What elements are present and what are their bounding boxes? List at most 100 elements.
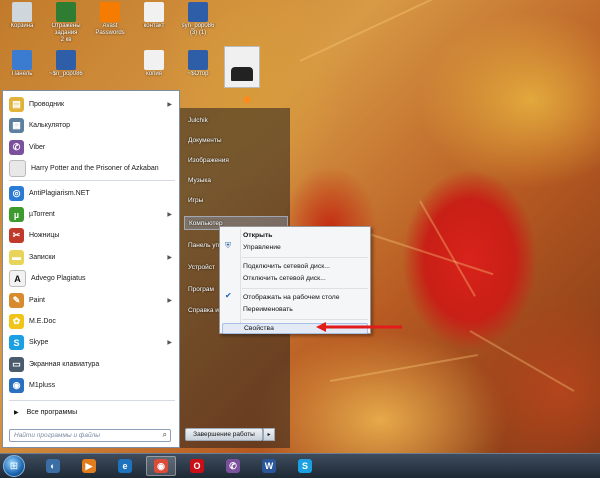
desktop-icon-label: контакт: [143, 23, 165, 29]
program-item[interactable]: ◉ M1pluss: [6, 375, 178, 396]
taskbar-app-button[interactable]: e: [110, 456, 140, 476]
utorrent-icon: µ: [9, 207, 24, 222]
taskbar-app-button[interactable]: ◉: [146, 456, 176, 476]
start-right-item[interactable]: Игры: [188, 197, 203, 204]
shield-icon: ⛨: [225, 241, 231, 250]
start-right-item[interactable]: Програм: [188, 286, 214, 293]
program-item[interactable]: ▦ Калькулятор: [6, 115, 178, 136]
shutdown-options-button[interactable]: ▸: [263, 428, 275, 441]
menu-item-label: Открыть: [243, 232, 273, 239]
desktop-icon-image: [188, 50, 208, 70]
notes-icon: ▬: [9, 249, 24, 265]
game-icon: [9, 160, 26, 178]
program-item[interactable]: A Advego Plagiatus: [6, 268, 178, 289]
program-item[interactable]: Harry Potter and the Prisoner of Azkaban: [6, 158, 178, 179]
menu-separator: [242, 319, 368, 320]
desktop-icon[interactable]: ~$Отор: [176, 50, 220, 78]
taskbar-app-button[interactable]: ▶: [74, 456, 104, 476]
opera-icon: O: [190, 459, 204, 473]
submenu-arrow-icon: ▶: [167, 254, 172, 261]
menu-separator: [242, 257, 368, 258]
calculator-icon: ▦: [9, 118, 24, 134]
antiplagiarism-icon: ◎: [9, 185, 24, 201]
program-item[interactable]: µ µTorrent ▶: [6, 204, 178, 225]
word-icon: W: [262, 459, 276, 473]
submenu-arrow-icon: ▶: [167, 212, 172, 218]
taskbar-app-button[interactable]: W: [254, 456, 284, 476]
paint-icon: ✎: [9, 292, 24, 308]
wallpaper-detail: [419, 200, 476, 297]
program-label: M.E.Doc: [29, 318, 56, 325]
m1pluss-icon: ◉: [9, 378, 24, 394]
context-menu-item[interactable]: Отображать на рабочем столе: [242, 292, 369, 303]
desktop-icon-label: Корзина: [10, 23, 34, 29]
desktop-icon[interactable]: Корзина: [0, 2, 44, 30]
context-menu-item[interactable]: Переименовать: [242, 304, 369, 315]
start-right-item[interactable]: Справка и: [188, 307, 219, 314]
program-label: Проводник: [29, 101, 65, 108]
program-item[interactable]: ✂ Ножницы: [6, 225, 178, 246]
search-input[interactable]: Найти программы и файлы ⌕: [9, 429, 171, 442]
context-menu-item[interactable]: Открыть: [242, 230, 369, 241]
wallpaper-detail: [359, 230, 494, 276]
start-right-item[interactable]: Устройст: [188, 264, 215, 271]
search-placeholder: Найти программы и файлы: [14, 432, 101, 439]
wallpaper-detail: [329, 353, 478, 382]
start-right-item[interactable]: Музыка: [188, 177, 211, 184]
start-right-item[interactable]: Julchik: [188, 117, 208, 124]
taskbar-app-button[interactable]: ✆: [218, 456, 248, 476]
all-programs-button[interactable]: ▶ Все программы: [6, 403, 178, 421]
start-right-item[interactable]: Изображения: [188, 157, 229, 164]
desktop-icon[interactable]: копия: [132, 50, 176, 78]
taskbar-app-button[interactable]: O: [182, 456, 212, 476]
wallpaper-detail: [469, 330, 575, 392]
taskbar: ⊞ ◐ ▶ e ◉ O ✆ W S: [0, 453, 600, 478]
triangle-right-icon: ▶: [14, 409, 19, 416]
context-menu-item[interactable]: Управление: [242, 242, 369, 253]
desktop-icon-label: ~$Отор: [187, 71, 209, 77]
menu-item-label: Отображать на рабочем столе: [243, 294, 340, 301]
desktop-icon-image: [56, 50, 76, 70]
context-menu-item[interactable]: Отключить сетевой диск...: [242, 273, 369, 284]
user-avatar[interactable]: [224, 46, 260, 88]
program-item[interactable]: ▤ Проводник ▶: [6, 94, 178, 115]
desktop-icon-image: [144, 2, 164, 22]
program-label: Записки: [29, 253, 56, 261]
context-menu: Открыть Управление ⛨ Подключить сетевой дис…: [219, 226, 371, 334]
search-icon[interactable]: ⌕: [163, 430, 167, 440]
divider: [9, 400, 175, 401]
chrome-icon: ◉: [154, 459, 168, 473]
program-item[interactable]: ▬ Записки ▶: [6, 247, 178, 268]
desktop-icon[interactable]: Панель: [0, 50, 44, 78]
program-label: AntiPlagiarism.NET: [29, 189, 90, 197]
context-menu-item[interactable]: Подключить сетевой диск...: [242, 261, 369, 272]
explorer-icon: ◐: [46, 459, 60, 473]
desktop-icon-label: Отражены задания 2 кв: [51, 23, 81, 43]
desktop-icon[interactable]: ~$n_pop086: [44, 50, 88, 78]
desktop-icon-image: [12, 2, 32, 22]
start-right-item[interactable]: Панель упр: [188, 242, 223, 249]
desktop-icon[interactable]: контакт: [132, 2, 176, 30]
program-label: Калькулятор: [29, 122, 70, 130]
desktop-icon[interactable]: Отражены задания 2 кв: [44, 2, 88, 44]
viber-icon: ✆: [226, 459, 240, 473]
scissors-icon: ✂: [9, 228, 24, 244]
desktop-icon[interactable]: syn_pop086 (3) (1): [176, 2, 220, 37]
desktop-icon-image: [56, 2, 76, 22]
shutdown-button[interactable]: Завершение работы: [185, 428, 263, 441]
program-item[interactable]: ✎ Paint ▶: [6, 290, 178, 311]
start-right-item[interactable]: Документы: [188, 137, 222, 144]
program-label: Экранная клавиатура: [29, 360, 100, 368]
taskbar-app-button[interactable]: ◐: [38, 456, 68, 476]
program-item[interactable]: S Skype ▶: [6, 332, 178, 353]
desktop-icon[interactable]: Avast Passwords: [88, 2, 132, 37]
program-item[interactable]: ✿ M.E.Doc: [6, 311, 178, 332]
internet-explorer-icon: e: [118, 459, 132, 473]
start-button[interactable]: ⊞: [3, 455, 25, 477]
program-label: Skype: [29, 339, 49, 347]
program-item[interactable]: ✆ Viber: [6, 137, 178, 158]
program-item[interactable]: ▭ Экранная клавиатура: [6, 354, 178, 375]
program-item[interactable]: ◎ AntiPlagiarism.NET: [6, 183, 178, 204]
desktop-icon-image: [100, 2, 120, 22]
taskbar-app-button[interactable]: S: [290, 456, 320, 476]
